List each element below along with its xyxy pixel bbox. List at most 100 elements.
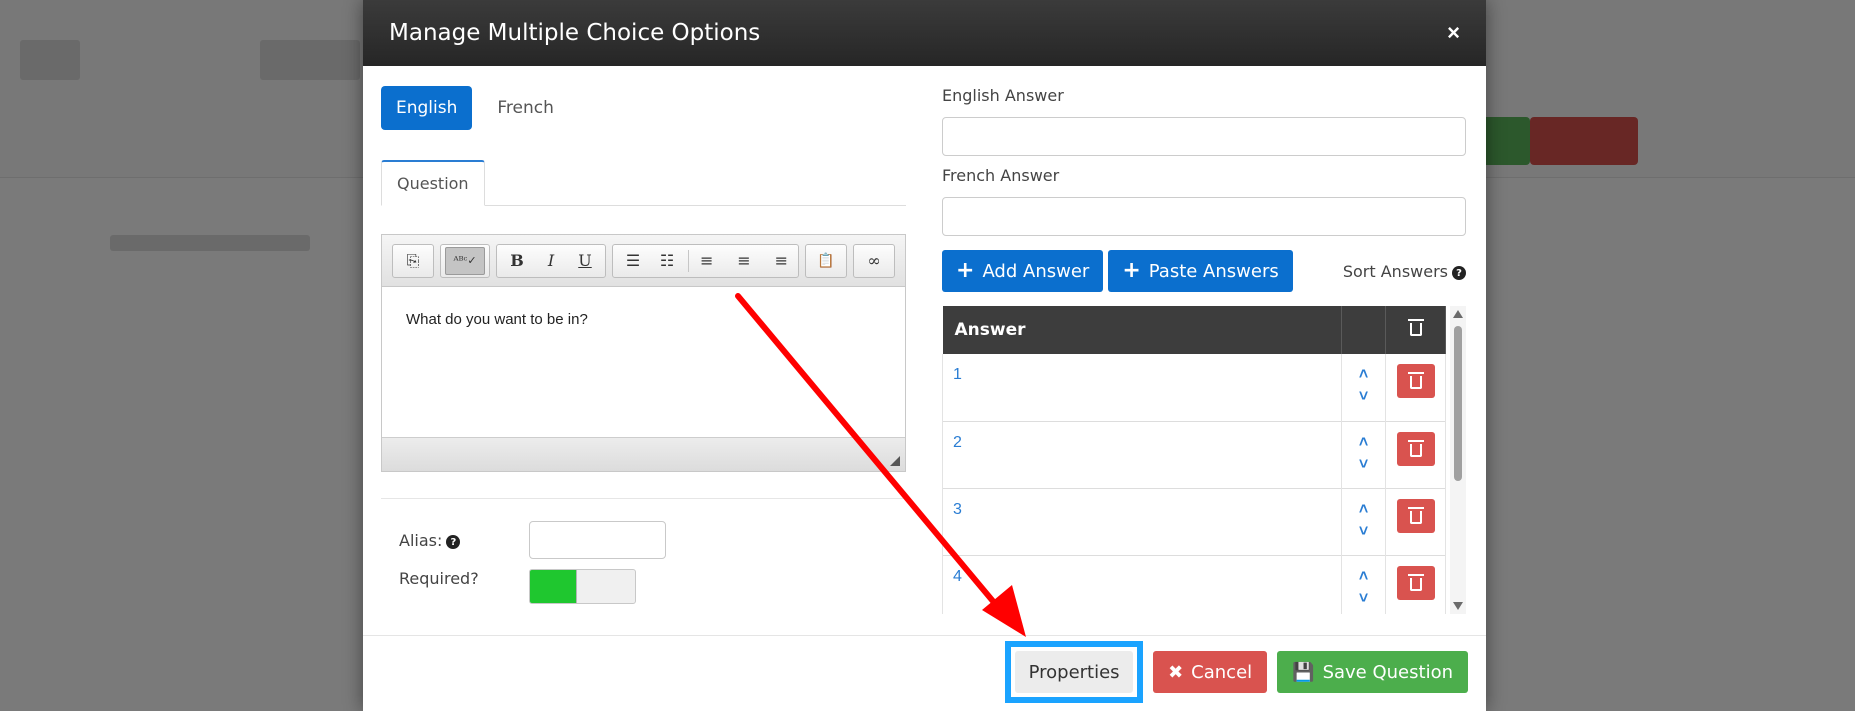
save-icon: 💾 <box>1292 661 1315 683</box>
paste-icon[interactable]: 📋 <box>810 247 842 275</box>
link-icon[interactable]: ∞ <box>858 247 890 275</box>
column-answer: Answer <box>942 306 1343 354</box>
answer-value[interactable]: 2 <box>942 421 1343 488</box>
move-up-icon[interactable]: ˄ <box>1359 501 1368 519</box>
delete-answer-button[interactable] <box>1396 431 1435 466</box>
tab-english[interactable]: English <box>381 86 473 130</box>
move-down-icon[interactable]: ˅ <box>1359 590 1368 608</box>
paste-answers-button[interactable]: + Paste Answers <box>1108 250 1293 292</box>
bold-icon[interactable]: B <box>501 247 533 275</box>
toolbar-group: ⎘ <box>392 243 434 278</box>
save-label: Save Question <box>1322 661 1453 683</box>
align-right-icon[interactable]: ≡ <box>762 247 794 275</box>
save-question-button[interactable]: 💾 Save Question <box>1277 651 1468 693</box>
table-header: Answer <box>942 306 1446 354</box>
move-up-icon[interactable]: ˄ <box>1359 366 1368 384</box>
italic-icon[interactable]: I <box>535 247 567 275</box>
delete-cell <box>1385 488 1446 555</box>
toolbar-separator <box>688 249 689 272</box>
order-cell: ˄ ˅ <box>1341 488 1387 555</box>
required-toggle[interactable] <box>529 569 636 604</box>
toolbar-group: B I U <box>496 243 606 278</box>
highlight-box: Properties <box>1005 641 1144 703</box>
alias-input[interactable] <box>529 521 666 559</box>
table-scrollbar[interactable] <box>1450 306 1466 614</box>
scroll-thumb[interactable] <box>1454 326 1462 481</box>
table-row: 2 ˄ ˅ <box>942 421 1446 488</box>
question-column: English French Question ⎘ ᴬᴮᶜ✓ B I U ☰ ☷… <box>381 86 906 604</box>
close-icon: ✖ <box>1168 661 1184 683</box>
editor-footer <box>382 437 905 471</box>
footer-divider <box>363 635 1486 636</box>
manage-choices-modal: Manage Multiple Choice Options × English… <box>363 0 1486 711</box>
toggle-on-indicator <box>530 570 577 603</box>
bullet-list-icon[interactable]: ☷ <box>651 247 683 275</box>
move-down-icon[interactable]: ˅ <box>1359 456 1368 474</box>
modal-header: Manage Multiple Choice Options × <box>363 0 1486 66</box>
move-down-icon[interactable]: ˅ <box>1359 523 1368 541</box>
paste-answers-label: Paste Answers <box>1148 260 1279 282</box>
move-down-icon[interactable]: ˅ <box>1359 388 1368 406</box>
answers-table-container: Answer 1 ˄ ˅ 2 ˄ ˅ 3 ˄ ˅ 4 ˄ ˅ <box>942 306 1466 614</box>
properties-button[interactable]: Properties <box>1015 651 1134 693</box>
delete-answer-button[interactable] <box>1396 565 1435 600</box>
toolbar-group: 📋 <box>805 243 847 278</box>
delete-cell <box>1385 555 1446 614</box>
order-cell: ˄ ˅ <box>1341 555 1387 614</box>
toolbar-group: ☰ ☷ ≡ ≡ ≡ <box>612 243 799 278</box>
alias-row: Alias:? <box>381 521 906 559</box>
trash-icon <box>1407 372 1424 389</box>
french-answer-input[interactable] <box>942 197 1466 236</box>
required-label: Required? <box>399 569 479 588</box>
language-tabs: English French <box>381 86 906 130</box>
delete-answer-button[interactable] <box>1396 498 1435 533</box>
scroll-down-icon[interactable] <box>1453 602 1463 610</box>
align-center-icon[interactable]: ≡ <box>728 247 760 275</box>
close-icon[interactable]: × <box>1447 20 1460 46</box>
editor-content[interactable]: What do you want to be in? <box>382 287 905 437</box>
trash-icon <box>1407 506 1424 524</box>
order-cell: ˄ ˅ <box>1341 354 1387 421</box>
numbered-list-icon[interactable]: ☰ <box>617 247 649 275</box>
rich-text-editor: ⎘ ᴬᴮᶜ✓ B I U ☰ ☷ ≡ ≡ ≡ 📋 ∞ What do you w… <box>381 234 906 472</box>
column-delete <box>1385 306 1446 354</box>
plus-icon: + <box>956 258 975 283</box>
cancel-button[interactable]: ✖ Cancel <box>1153 651 1268 693</box>
source-icon[interactable]: ⎘ <box>397 247 429 275</box>
move-up-icon[interactable]: ˄ <box>1359 434 1368 452</box>
tab-question[interactable]: Question <box>381 160 485 206</box>
add-answer-button[interactable]: + Add Answer <box>942 250 1104 292</box>
order-cell: ˄ ˅ <box>1341 421 1387 488</box>
table-row: 1 ˄ ˅ <box>942 354 1446 421</box>
trash-icon <box>1407 573 1424 591</box>
trash-icon <box>1407 318 1424 336</box>
tab-french[interactable]: French <box>482 86 569 130</box>
spellcheck-icon[interactable]: ᴬᴮᶜ✓ <box>445 246 485 275</box>
question-tabs: Question <box>381 158 906 206</box>
editor-toolbar: ⎘ ᴬᴮᶜ✓ B I U ☰ ☷ ≡ ≡ ≡ 📋 ∞ <box>382 235 905 287</box>
column-order <box>1341 306 1387 354</box>
toolbar-group: ∞ <box>853 243 895 278</box>
delete-cell <box>1385 354 1446 421</box>
delete-answer-button[interactable] <box>1396 364 1435 398</box>
cancel-label: Cancel <box>1191 661 1253 683</box>
sort-answers[interactable]: Sort Answers? <box>1343 262 1466 281</box>
french-answer-label: French Answer <box>942 166 1060 185</box>
sort-answers-label: Sort Answers <box>1342 261 1448 281</box>
english-answer-input[interactable] <box>942 117 1466 156</box>
modal-footer: Properties ✖ Cancel 💾 Save Question <box>1005 641 1468 703</box>
resize-handle-icon[interactable] <box>890 456 900 466</box>
alias-label-text: Alias: <box>399 530 443 550</box>
help-icon[interactable]: ? <box>446 535 461 549</box>
answer-value[interactable]: 3 <box>942 488 1343 555</box>
modal-title: Manage Multiple Choice Options <box>389 20 761 46</box>
underline-icon[interactable]: U <box>569 247 601 275</box>
move-up-icon[interactable]: ˄ <box>1359 568 1368 586</box>
divider <box>381 498 906 499</box>
trash-icon <box>1407 439 1424 457</box>
align-left-icon[interactable]: ≡ <box>694 247 726 275</box>
help-icon[interactable]: ? <box>1452 266 1466 280</box>
scroll-up-icon[interactable] <box>1453 310 1463 318</box>
answer-value[interactable]: 1 <box>942 354 1343 421</box>
answer-value[interactable]: 4 <box>942 555 1343 614</box>
